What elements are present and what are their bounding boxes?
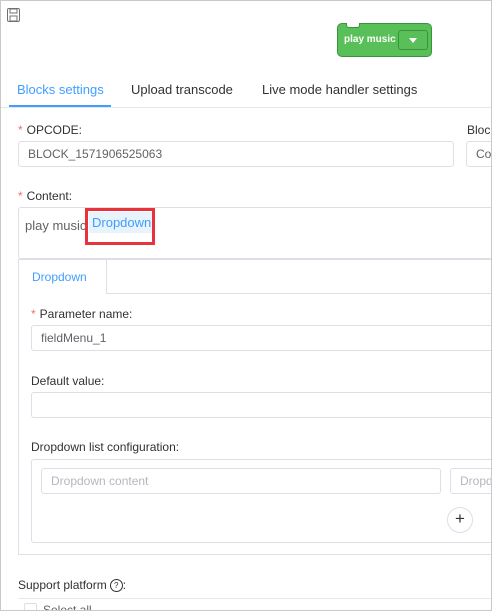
- tab-dropdown-parameter[interactable]: Dropdown: [19, 260, 107, 294]
- block-field-input[interactable]: Co: [466, 141, 491, 167]
- plus-icon: +: [455, 509, 465, 528]
- default-value-label: Default value:: [31, 374, 105, 388]
- checkbox-icon: [24, 603, 37, 610]
- content-text: play music: [25, 218, 87, 233]
- editor-window: play music Blocks settings Upload transc…: [0, 0, 492, 611]
- active-tab-indicator: [9, 105, 111, 107]
- tab-live-mode-handler-settings[interactable]: Live mode handler settings: [262, 82, 417, 97]
- opcode-input[interactable]: BLOCK_1571906525063: [18, 141, 454, 167]
- dropdown-config-label: Dropdown list configuration:: [31, 440, 180, 454]
- block-preview: play music: [337, 23, 432, 57]
- select-all-checkbox[interactable]: Select all: [24, 603, 92, 610]
- parameter-name-label: * Parameter name:: [31, 307, 133, 321]
- block-notch: [346, 23, 360, 28]
- help-icon[interactable]: ?: [109, 579, 123, 592]
- tab-upload-transcode[interactable]: Upload transcode: [131, 82, 233, 97]
- block-dropdown[interactable]: [398, 30, 428, 50]
- block-field-label: Block: [467, 123, 491, 137]
- dropdown-arrow-icon: [409, 38, 417, 43]
- content-label: * Content:: [18, 189, 73, 203]
- opcode-label: * OPCODE:: [18, 123, 83, 137]
- highlight-box: [85, 208, 155, 245]
- dropdown-content-input[interactable]: Dropdown content: [41, 468, 441, 494]
- support-platform-label: Support platform?:: [18, 578, 127, 592]
- default-value-input[interactable]: [31, 392, 491, 418]
- add-option-button[interactable]: +: [447, 507, 473, 533]
- save-icon[interactable]: [7, 8, 21, 22]
- parameter-tab-label: Dropdown: [32, 270, 87, 284]
- tab-blocks-settings[interactable]: Blocks settings: [17, 82, 104, 97]
- settings-tabs: Blocks settings Upload transcode Live mo…: [1, 69, 491, 108]
- block-label: play music: [344, 34, 396, 45]
- card-tab-divider: [107, 293, 491, 294]
- parameter-name-input[interactable]: fieldMenu_1: [31, 325, 491, 351]
- dropdown-value-input[interactable]: Dropd: [450, 468, 491, 494]
- platform-box-top: [18, 598, 491, 599]
